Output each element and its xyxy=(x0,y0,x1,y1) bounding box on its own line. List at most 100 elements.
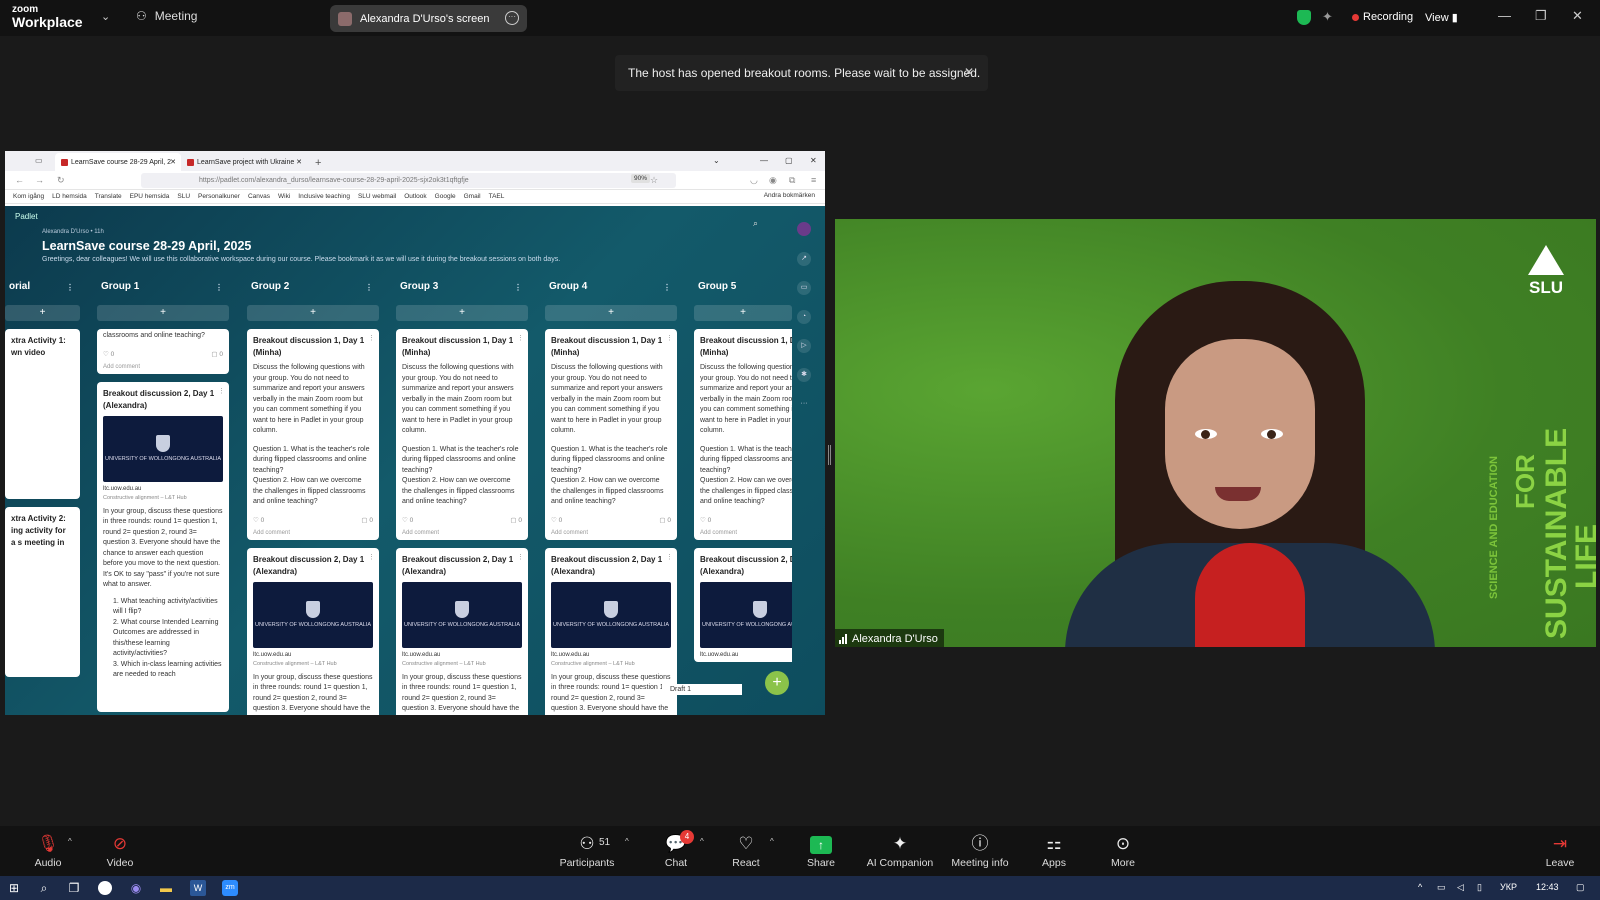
kebab-icon[interactable]: ⋮ xyxy=(365,283,373,292)
share-button[interactable]: ↑ Share xyxy=(801,834,841,869)
chevron-down-icon[interactable]: ⌄ xyxy=(101,10,110,23)
add-post-button[interactable]: + xyxy=(396,305,528,321)
file-explorer-icon[interactable]: ▬ xyxy=(158,880,174,896)
bookmark-item[interactable]: SLU webmail xyxy=(358,193,396,200)
link-domain[interactable]: ltc.uow.edu.au xyxy=(700,652,792,658)
like-count[interactable]: ♡ 0 xyxy=(551,516,562,524)
like-count[interactable]: ♡ 0 xyxy=(103,350,114,358)
meeting-button[interactable]: ⚇ Meeting xyxy=(136,9,197,23)
restore-icon[interactable]: ❐ xyxy=(1535,8,1547,24)
post-card[interactable]: ⋮ Breakout discussion 1, Day 1 (Minha) D… xyxy=(545,329,677,540)
audio-button[interactable]: 🎙 Audio ^ xyxy=(28,834,72,869)
tab-dropdown-icon[interactable]: ⌄ xyxy=(713,156,720,165)
draft-indicator[interactable]: Draft 1 xyxy=(662,684,742,695)
comment-count[interactable]: ▢ 0 xyxy=(211,350,223,358)
post-card[interactable]: ⋮ Breakout discussion 2, Day 1 (Alexandr… xyxy=(97,381,229,712)
bookmark-item[interactable]: Gmail xyxy=(464,193,481,200)
chevron-up-icon[interactable]: ^ xyxy=(68,837,72,846)
chat-button[interactable]: 💬 4 Chat ^ xyxy=(656,830,704,869)
play-icon[interactable]: ▷ xyxy=(797,339,811,353)
close-icon[interactable]: ✕ xyxy=(1572,8,1583,24)
meeting-info-button[interactable]: ⓘ Meeting info xyxy=(948,834,1012,869)
post-card[interactable]: Breakout discussion 2, Day 1 (Alexandra)… xyxy=(694,547,792,662)
back-icon[interactable]: ← xyxy=(15,175,24,185)
new-tab-icon[interactable]: + xyxy=(315,157,321,169)
bookmark-item[interactable]: Kom igång xyxy=(13,193,44,200)
bell-icon[interactable]: ◔ xyxy=(797,310,811,324)
link-preview-image[interactable]: UNIVERSITY OF WOLLONGONG AUSTRALIA xyxy=(551,581,671,648)
clock[interactable]: 12:43 xyxy=(1536,882,1559,892)
post-card[interactable]: xtra Activity 1: wn video xyxy=(5,329,80,499)
comment-count[interactable]: ▢ 0 xyxy=(510,516,522,524)
add-post-button[interactable]: + xyxy=(97,305,229,321)
add-comment-link[interactable]: Add comment xyxy=(402,530,522,536)
ai-companion-button[interactable]: ✦ AI Companion xyxy=(864,834,936,869)
forward-icon[interactable]: → xyxy=(35,175,44,185)
more-options-icon[interactable]: ··· xyxy=(505,11,519,25)
link-domain[interactable]: ltc.uow.edu.au xyxy=(253,652,373,658)
viber-icon[interactable]: ◉ xyxy=(128,880,144,896)
add-post-fab[interactable]: + xyxy=(765,671,789,695)
volume-icon[interactable]: ◁ xyxy=(1457,882,1464,893)
other-bookmarks[interactable]: Andra bokmärken xyxy=(764,192,815,199)
avatar[interactable] xyxy=(797,222,811,236)
kebab-icon[interactable]: ⋮ xyxy=(368,553,375,561)
task-view-icon[interactable]: ❐ xyxy=(66,880,82,896)
post-card[interactable]: ⋮ Breakout discussion 2, Day 1 (Alexandr… xyxy=(396,547,528,715)
windows-start-icon[interactable]: ⊞ xyxy=(6,880,22,896)
gear-icon[interactable]: ✱ xyxy=(797,368,811,382)
menu-icon[interactable]: ≡ xyxy=(811,175,816,185)
kebab-icon[interactable]: ⋮ xyxy=(663,283,671,292)
link-domain[interactable]: ltc.uow.edu.au xyxy=(103,486,223,492)
post-card[interactable]: ⋮ Breakout discussion 2, Day 1 (Alexandr… xyxy=(247,547,379,715)
chevron-up-icon[interactable]: ^ xyxy=(700,837,704,846)
add-comment-link[interactable]: Add comment xyxy=(551,530,671,536)
share-icon[interactable]: ↗ xyxy=(797,252,811,266)
close-icon[interactable]: ✕ xyxy=(810,156,817,165)
participant-video[interactable]: SLU SCIENCE AND EDUCATION FOR SUSTAINABL… xyxy=(835,219,1596,647)
video-button[interactable]: ⊘ Video xyxy=(100,834,140,869)
like-count[interactable]: ♡ 0 xyxy=(700,516,711,524)
screen-share-pill[interactable]: Alexandra D'Urso's screen ··· xyxy=(330,5,527,32)
more-icon[interactable]: ··· xyxy=(797,397,811,411)
link-domain[interactable]: ltc.uow.edu.au xyxy=(551,652,671,658)
bookmark-item[interactable]: Wiki xyxy=(278,193,290,200)
add-post-button[interactable]: + xyxy=(694,305,792,321)
padlet-brand[interactable]: Padlet xyxy=(15,212,38,221)
kebab-icon[interactable]: ⋮ xyxy=(215,283,223,292)
zoom-app-icon[interactable]: zm xyxy=(222,880,238,896)
bookmark-item[interactable]: Outlook xyxy=(404,193,426,200)
bookmark-item[interactable]: Google xyxy=(435,193,456,200)
add-post-button[interactable]: + xyxy=(545,305,677,321)
ai-sparkle-icon[interactable]: ✦ xyxy=(1322,9,1333,25)
recording-indicator[interactable]: Recording xyxy=(1352,11,1413,23)
close-icon[interactable]: ✕ xyxy=(964,65,974,79)
add-post-button[interactable]: + xyxy=(5,305,80,321)
link-preview-image[interactable]: UNIVERSITY OF WOLLONGONG AUSTRALIA xyxy=(103,415,223,482)
shield-icon[interactable] xyxy=(1297,10,1311,25)
add-comment-link[interactable]: Add comment xyxy=(253,530,373,536)
post-card[interactable]: ⋮ Breakout discussion 2, Day 1 (Alexandr… xyxy=(545,547,677,715)
close-icon[interactable]: ✕ xyxy=(170,158,176,166)
star-icon[interactable]: ☆ xyxy=(650,175,658,186)
search-icon[interactable]: ⌕ xyxy=(36,880,52,896)
pocket-icon[interactable]: ◡ xyxy=(750,175,758,186)
kebab-icon[interactable]: ⋮ xyxy=(666,553,673,561)
restore-icon[interactable]: ▢ xyxy=(785,156,793,165)
link-domain[interactable]: ltc.uow.edu.au xyxy=(402,652,522,658)
network-icon[interactable]: ▭ xyxy=(1437,882,1446,893)
tab-list-icon[interactable]: ▭ xyxy=(35,156,43,165)
close-icon[interactable]: ✕ xyxy=(296,158,302,166)
word-icon[interactable]: W xyxy=(190,880,206,896)
like-count[interactable]: ♡ 0 xyxy=(253,516,264,524)
search-icon[interactable]: ⌕ xyxy=(753,218,758,229)
battery-icon[interactable]: ▯ xyxy=(1477,882,1482,893)
extensions-icon[interactable]: ⧉ xyxy=(789,175,795,186)
browser-tab-ukraine[interactable]: LearnSave project with Ukraine ✕ xyxy=(181,153,307,171)
link-preview-image[interactable]: UNIVERSITY OF WOLLONGONG AUSTRALIA xyxy=(700,581,792,648)
bookmark-item[interactable]: Canvas xyxy=(248,193,270,200)
reload-icon[interactable]: ↻ xyxy=(57,175,65,186)
more-button[interactable]: ⊙ More xyxy=(1103,834,1143,869)
browser-tab-padlet[interactable]: LearnSave course 28-29 April, 2 ✕ xyxy=(55,153,181,171)
leave-button[interactable]: ⇥ Leave xyxy=(1540,834,1580,869)
